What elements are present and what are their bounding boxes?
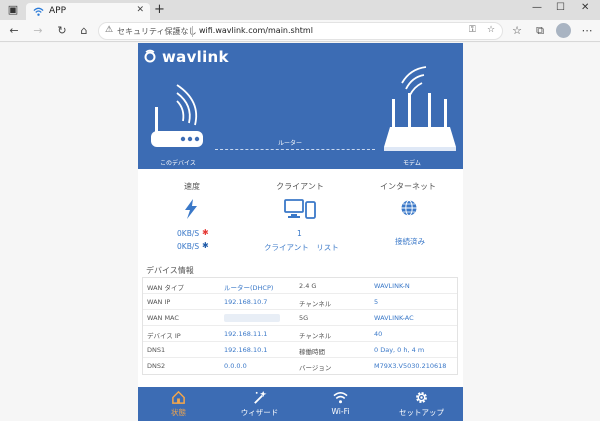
nav-wizard-label: ウィザード [240, 408, 279, 417]
address-url[interactable]: wifi.wavlink.com/main.shtml [199, 26, 313, 35]
hero-banner: wavlink このデバイス ルーター モデム [138, 43, 463, 169]
forward-icon[interactable]: → [31, 24, 45, 38]
device-ip-label: デバイス IP [147, 332, 181, 340]
nav-setup-label: セットアップ [399, 408, 444, 417]
back-icon[interactable]: ← [7, 24, 21, 38]
modem-icon [384, 66, 456, 151]
warning-icon: ⚠ [105, 25, 114, 35]
tab-close-icon[interactable]: ✕ [136, 5, 144, 15]
download-arrow-icon: ✱ [202, 241, 209, 250]
more-icon[interactable]: ⋯ [580, 24, 594, 38]
tab-actions-icon[interactable]: ▣ [6, 3, 20, 17]
minimize-icon[interactable]: — [532, 2, 542, 13]
browser-tab[interactable]: APP ✕ [26, 3, 150, 20]
devices-icon [284, 199, 316, 219]
speed-column: 速度 [138, 181, 246, 192]
band-5g-label: 5G [299, 314, 309, 322]
wifi-icon [333, 392, 348, 404]
brand-logo: wavlink [162, 48, 229, 66]
new-tab-icon[interactable]: + [154, 3, 165, 17]
upload-arrow-icon: ✱ [202, 228, 209, 237]
home-icon[interactable]: ⌂ [77, 24, 91, 38]
browser-toolbar: ← → ↻ ⌂ ⚠ セキュリティ保護なし wifi.wavlink.com/ma… [0, 20, 600, 42]
download-speed: 0KB/S [177, 242, 200, 251]
wan-ip-value: 192.168.10.7 [224, 298, 268, 306]
router-page: wavlink このデバイス ルーター モデム 速度 0KB/S ✱ 0KB/S… [138, 43, 463, 421]
table-row: DNS2 0.0.0.0 バージョン M79X3.V5030.210618 [143, 358, 457, 374]
magic-wand-icon [254, 390, 267, 404]
lightning-icon [185, 199, 197, 219]
upload-speed: 0KB/S [177, 229, 200, 238]
uptime-value: 0 Day, 0 h, 4 m [374, 346, 425, 354]
bottom-nav: 状態 ウィザード Wi-Fi セットアップ [138, 387, 463, 421]
router-device-icon [151, 84, 203, 147]
address-bar[interactable]: ⚠ セキュリティ保護なし wifi.wavlink.com/main.shtml… [98, 22, 503, 40]
nav-wizard[interactable]: ウィザード [219, 387, 300, 421]
table-row: WAN MAC 5G WAVLINK-AC [143, 310, 457, 326]
device-ip-value: 192.168.11.1 [224, 330, 268, 338]
wan-type-label: WAN タイプ [147, 284, 184, 292]
router-label: ルーター [278, 140, 303, 147]
client-count: 1 [297, 229, 302, 238]
version-label: バージョン [299, 364, 332, 372]
globe-icon [401, 200, 417, 216]
favorites-icon[interactable]: ☆ [510, 24, 524, 38]
internet-column: インターネット [354, 181, 462, 192]
ssid-24g-value: WAVLINK-N [374, 282, 410, 290]
channel-5g-label: チャンネル [299, 332, 332, 340]
table-row: WAN IP 192.168.10.7 チャンネル 5 [143, 294, 457, 310]
gear-icon [416, 392, 427, 403]
key-icon[interactable]: ⚿ [469, 25, 476, 35]
wan-ip-label: WAN IP [147, 298, 171, 306]
nav-wifi[interactable]: Wi-Fi [300, 387, 381, 421]
tab-title: APP [49, 6, 67, 16]
wan-mac-value-masked [224, 314, 280, 322]
version-value: M79X3.V5030.210618 [374, 362, 447, 370]
refresh-icon[interactable]: ↻ [55, 24, 69, 38]
internet-title: インターネット [380, 182, 436, 191]
nav-wifi-label: Wi-Fi [331, 407, 350, 416]
table-row: DNS1 192.168.10.1 稼働時間 0 Day, 0 h, 4 m [143, 342, 457, 358]
channel-24g-label: チャンネル [299, 300, 332, 308]
clients-title: クライアント [276, 182, 324, 191]
dns1-value: 192.168.10.1 [224, 346, 268, 354]
security-status: セキュリティ保護なし [117, 27, 197, 36]
add-favorite-icon[interactable]: ☆ [487, 25, 495, 35]
dns2-label: DNS2 [147, 362, 166, 370]
ssid-5g-value: WAVLINK-AC [374, 314, 414, 322]
device-info-heading: デバイス情報 [146, 266, 194, 275]
dns2-value: 0.0.0.0 [224, 362, 247, 370]
internet-status[interactable]: 接続済み [395, 236, 425, 247]
wan-mac-label: WAN MAC [147, 314, 179, 322]
page-viewport: wavlink このデバイス ルーター モデム 速度 0KB/S ✱ 0KB/S… [0, 43, 600, 421]
nav-status-label: 状態 [171, 408, 186, 417]
device-info-table: WAN タイプ ルーター(DHCP) 2.4 G WAVLINK-N WAN I… [142, 277, 458, 375]
maximize-icon[interactable]: ☐ [556, 2, 565, 13]
collections-icon[interactable]: ⧉ [533, 24, 547, 38]
channel-24g-value: 5 [374, 298, 379, 306]
home-nav-icon [172, 390, 185, 404]
client-list-link[interactable]: クライアント リスト [264, 242, 339, 253]
this-device-label: このデバイス [160, 160, 196, 167]
modem-label: モデム [403, 160, 421, 167]
address-divider [192, 26, 193, 37]
band-24g-label: 2.4 G [299, 282, 317, 290]
profile-avatar[interactable] [556, 23, 571, 38]
nav-status[interactable]: 状態 [138, 387, 219, 421]
table-row: WAN タイプ ルーター(DHCP) 2.4 G WAVLINK-N [143, 278, 457, 294]
window-close-icon[interactable]: ✕ [581, 2, 589, 13]
nav-setup[interactable]: セットアップ [381, 387, 462, 421]
wavlink-logo-icon [144, 49, 156, 63]
connection-line [215, 149, 375, 150]
wifi-favicon-icon [33, 7, 44, 16]
speed-title: 速度 [184, 182, 200, 191]
clients-column: クライアント [246, 181, 354, 192]
dns1-label: DNS1 [147, 346, 166, 354]
uptime-label: 稼働時間 [299, 348, 325, 356]
wan-type-value: ルーター(DHCP) [224, 284, 274, 292]
browser-tab-bar: ▣ APP ✕ + — ☐ ✕ [0, 0, 600, 20]
channel-5g-value: 40 [374, 330, 383, 338]
table-row: デバイス IP 192.168.11.1 チャンネル 40 [143, 326, 457, 342]
